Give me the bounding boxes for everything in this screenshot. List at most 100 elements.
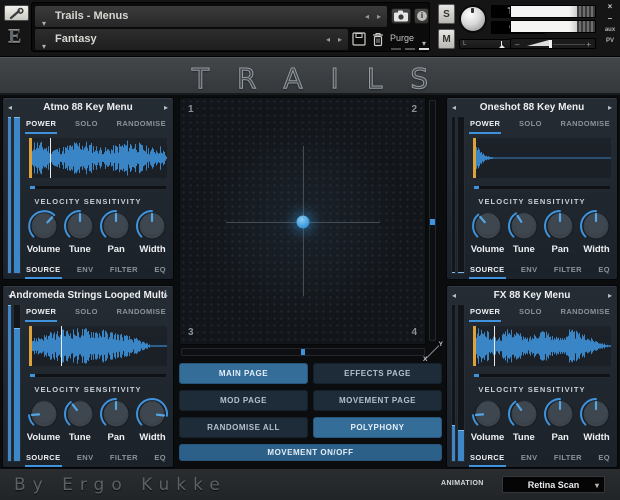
knob-pan[interactable]: Pan: [99, 397, 134, 443]
animation-dropdown[interactable]: Retina Scan: [502, 476, 605, 493]
chevron-down-icon[interactable]: [42, 36, 46, 54]
tab-power[interactable]: POWER: [469, 119, 501, 134]
tab-power[interactable]: POWER: [25, 307, 57, 322]
offset-handle[interactable]: [30, 186, 35, 189]
sample-start-marker[interactable]: [473, 326, 476, 366]
tab-source[interactable]: SOURCE: [25, 453, 62, 467]
offset-handle[interactable]: [474, 186, 479, 189]
tab-randomise[interactable]: RANDOMISE: [116, 307, 167, 322]
layer-volume-slider-a[interactable]: [7, 116, 12, 274]
next-menu-icon[interactable]: [164, 103, 168, 112]
next-menu-icon[interactable]: [608, 291, 612, 300]
sample-offset-slider[interactable]: [473, 185, 611, 190]
button-movement-page[interactable]: MOVEMENT PAGE: [313, 390, 442, 411]
volume-minus[interactable]: –: [515, 40, 519, 49]
panel-title[interactable]: Atmo 88 Key Menu: [3, 102, 173, 113]
button-effects-page[interactable]: EFFECTS PAGE: [313, 363, 442, 384]
sample-offset-slider[interactable]: [29, 373, 167, 378]
tab-power[interactable]: POWER: [25, 119, 57, 134]
x-slider-handle[interactable]: [301, 349, 305, 355]
tab-filter[interactable]: FILTER: [109, 265, 139, 279]
tab-eq[interactable]: EQ: [597, 453, 611, 467]
x-axis-slider[interactable]: [181, 348, 425, 356]
close-button[interactable]: ×: [602, 2, 618, 11]
tab-filter[interactable]: FILTER: [553, 453, 583, 467]
tab-randomise[interactable]: RANDOMISE: [116, 119, 167, 134]
sample-start-marker[interactable]: [29, 326, 32, 366]
knob-width[interactable]: Width: [135, 209, 170, 255]
layer-volume-slider-a[interactable]: [7, 304, 12, 462]
button-randomise-all[interactable]: RANDOMISE ALL: [179, 417, 308, 438]
prev-instrument-icon[interactable]: [365, 12, 369, 21]
knob-tune[interactable]: Tune: [506, 397, 541, 443]
xy-pad[interactable]: 1 2 3 4: [179, 97, 426, 345]
pv-button[interactable]: PV: [602, 38, 618, 44]
sample-start-marker[interactable]: [29, 138, 32, 178]
tab-eq[interactable]: EQ: [597, 265, 611, 279]
tune-knob[interactable]: [459, 5, 487, 33]
tab-source[interactable]: SOURCE: [469, 453, 506, 467]
knob-volume[interactable]: Volume: [26, 209, 61, 255]
tab-solo[interactable]: SOLO: [518, 119, 543, 134]
volume-slider[interactable]: – +: [510, 38, 596, 49]
knob-tune[interactable]: Tune: [62, 397, 97, 443]
knob-pan[interactable]: Pan: [99, 209, 134, 255]
sample-offset-slider[interactable]: [29, 185, 167, 190]
tab-solo[interactable]: SOLO: [74, 307, 99, 322]
layer-volume-slider-b[interactable]: [457, 304, 465, 462]
sample-start-marker[interactable]: [473, 138, 476, 178]
layer-volume-slider-b[interactable]: [13, 304, 21, 462]
tab-env[interactable]: ENV: [76, 453, 95, 467]
tab-solo[interactable]: SOLO: [518, 307, 543, 322]
knob-width[interactable]: Width: [135, 397, 170, 443]
aux-button[interactable]: aux: [602, 27, 618, 33]
layer-volume-slider-b[interactable]: [13, 116, 21, 274]
tab-env[interactable]: ENV: [520, 453, 539, 467]
xy-cursor[interactable]: [296, 216, 309, 229]
next-instrument-icon[interactable]: [377, 12, 381, 21]
tab-eq[interactable]: EQ: [153, 453, 167, 467]
knob-tune[interactable]: Tune: [62, 209, 97, 255]
mute-button[interactable]: M: [438, 29, 455, 49]
tab-power[interactable]: POWER: [469, 307, 501, 322]
y-axis-slider[interactable]: [429, 100, 436, 341]
purge-menu[interactable]: Purge: [390, 33, 414, 43]
button-main-page[interactable]: MAIN PAGE: [179, 363, 308, 384]
sample-offset-slider[interactable]: [473, 373, 611, 378]
layer-volume-slider-b[interactable]: [457, 116, 465, 274]
knob-width[interactable]: Width: [579, 397, 614, 443]
button-polyphony[interactable]: POLYPHONY: [313, 417, 442, 438]
button-movement-on-off[interactable]: MOVEMENT ON/OFF: [179, 444, 442, 461]
next-menu-icon[interactable]: [608, 103, 612, 112]
layer-volume-slider-a[interactable]: [451, 304, 456, 462]
knob-volume[interactable]: Volume: [470, 397, 505, 443]
button-mod-page[interactable]: MOD PAGE: [179, 390, 308, 411]
knob-volume[interactable]: Volume: [470, 209, 505, 255]
minimize-button[interactable]: –: [602, 14, 618, 23]
knob-pan[interactable]: Pan: [543, 209, 578, 255]
wrench-icon[interactable]: [4, 5, 29, 21]
panel-title[interactable]: Andromeda Strings Looped Multi: [3, 290, 173, 301]
solo-button[interactable]: S: [438, 4, 455, 24]
layer-volume-slider-a[interactable]: [451, 116, 456, 274]
knob-width[interactable]: Width: [579, 209, 614, 255]
preset-row[interactable]: Fantasy: [35, 29, 348, 50]
tab-solo[interactable]: SOLO: [74, 119, 99, 134]
info-icon[interactable]: i: [414, 8, 429, 24]
volume-plus[interactable]: +: [586, 40, 591, 49]
waveform-display[interactable]: [29, 326, 167, 366]
tab-filter[interactable]: FILTER: [553, 265, 583, 279]
waveform-display[interactable]: [473, 138, 611, 178]
tab-env[interactable]: ENV: [76, 265, 95, 279]
instrument-title-row[interactable]: Trails - Menus: [35, 6, 387, 27]
volume-handle[interactable]: [549, 40, 552, 48]
offset-handle[interactable]: [474, 374, 479, 377]
tab-randomise[interactable]: RANDOMISE: [560, 119, 611, 134]
y-slider-handle[interactable]: [430, 219, 435, 225]
tab-source[interactable]: SOURCE: [469, 265, 506, 279]
knob-pan[interactable]: Pan: [543, 397, 578, 443]
panel-title[interactable]: FX 88 Key Menu: [447, 290, 617, 301]
offset-handle[interactable]: [30, 374, 35, 377]
tab-eq[interactable]: EQ: [153, 265, 167, 279]
panel-title[interactable]: Oneshot 88 Key Menu: [447, 102, 617, 113]
